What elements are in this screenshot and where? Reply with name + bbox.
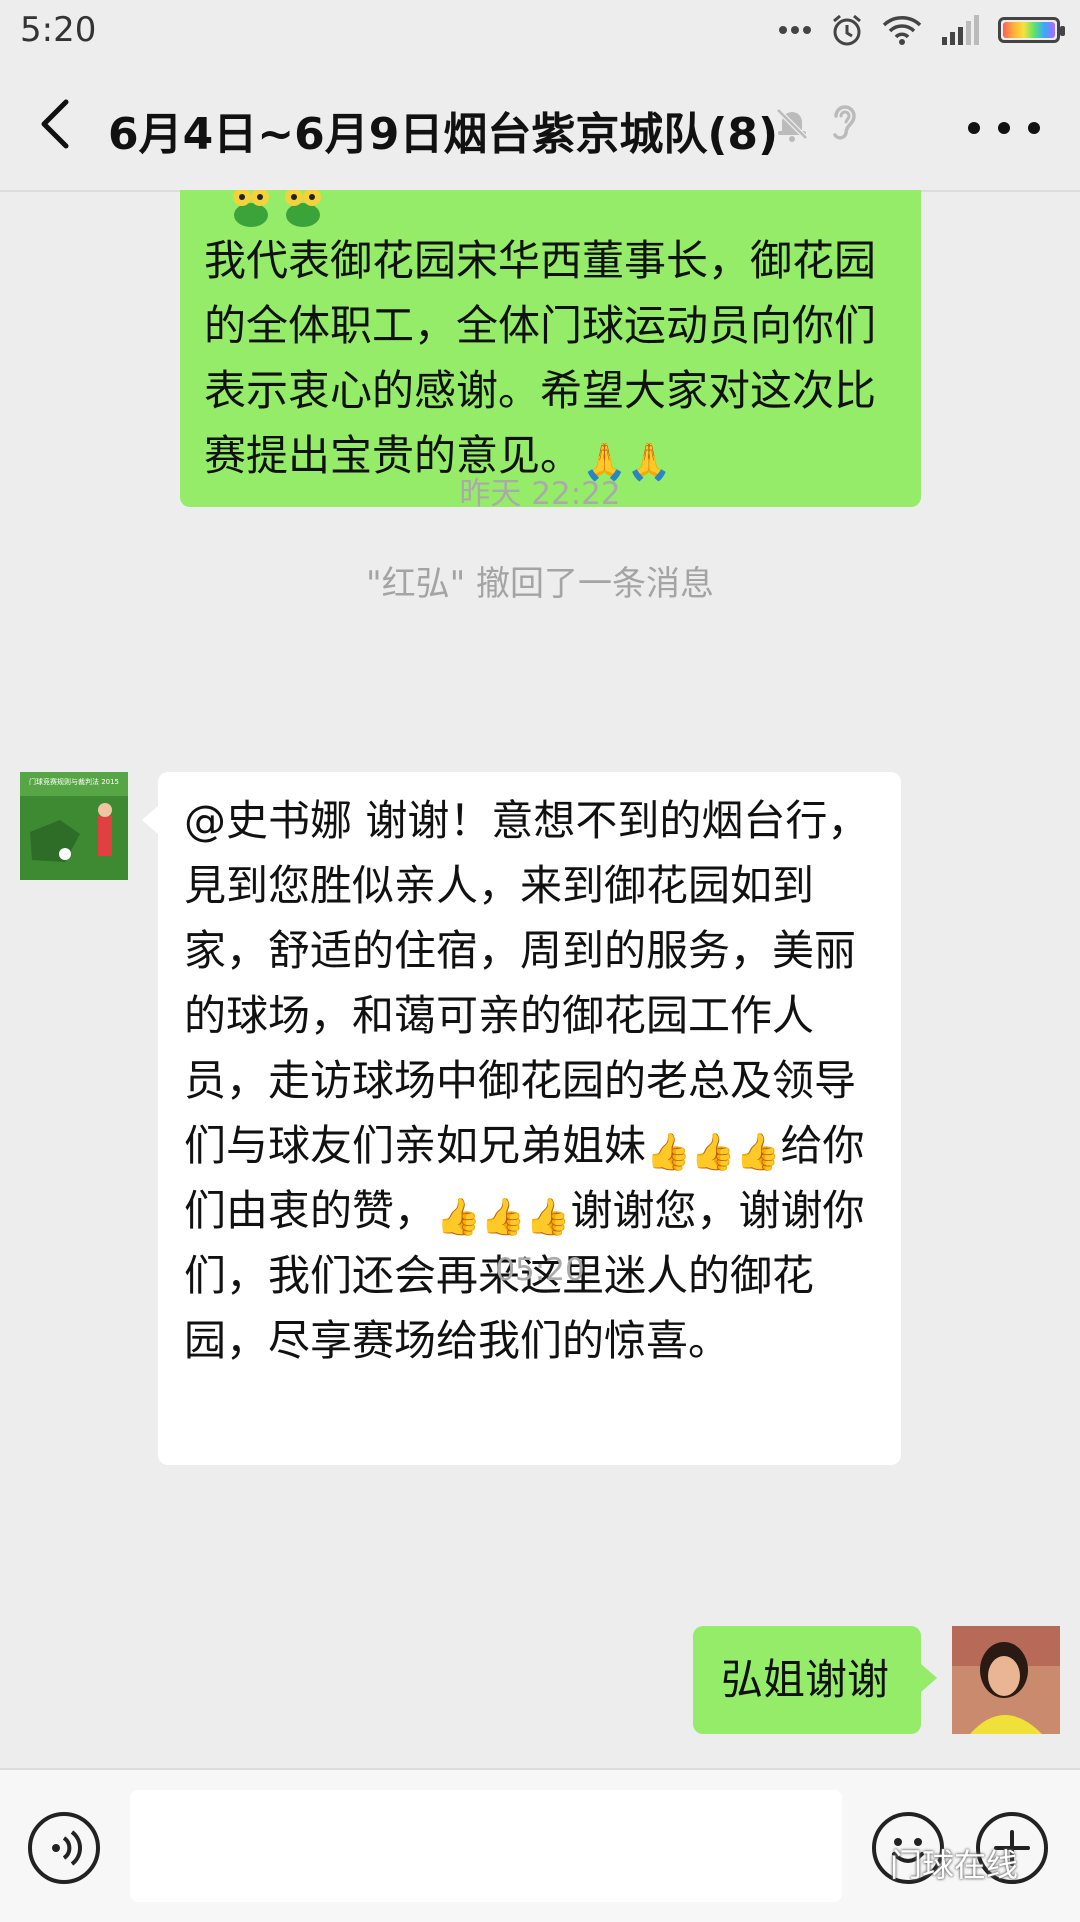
thumbs-up-icon: 👍👍👍 bbox=[436, 1197, 571, 1238]
back-button[interactable] bbox=[28, 92, 88, 156]
wifi-icon bbox=[882, 16, 922, 45]
my-avatar[interactable] bbox=[952, 1626, 1060, 1734]
thumbs-up-icon: 👍👍👍 bbox=[646, 1132, 781, 1173]
system-recall-notice: "红弘" 撤回了一条消息 bbox=[365, 564, 715, 604]
status-icons bbox=[778, 12, 1065, 48]
status-bar: 5:20 bbox=[0, 0, 1080, 60]
alarm-icon bbox=[833, 14, 861, 46]
chat-title: 6月4日~6月9日烟台紫京城队(8) bbox=[108, 109, 779, 160]
battery-icon bbox=[998, 17, 1065, 43]
chat-message-list[interactable]: 我代表御花园宋华西董事长，御花园的全体职工，全体门球运动员向你们表示衷心的感谢。… bbox=[0, 190, 1080, 1768]
received-message-bubble[interactable]: @史书娜 谢谢！意想不到的烟台行，見到您胜似亲人，来到御花园如到家，舒适的住宿，… bbox=[142, 772, 901, 1465]
watermark: 门球在线 bbox=[890, 1840, 1018, 1886]
chat-header: 6月4日~6月9日烟台紫京城队(8) bbox=[0, 60, 1080, 192]
voice-input-button[interactable] bbox=[28, 1812, 100, 1884]
message-body-part-1: @史书娜 谢谢！意想不到的烟台行，見到您胜似亲人，来到御花园如到家，舒适的住宿，… bbox=[184, 796, 870, 1170]
timestamp: 昨天 22:22 bbox=[459, 476, 621, 512]
earpiece-mode-icon bbox=[833, 105, 856, 140]
more-dots-icon bbox=[779, 26, 811, 34]
person-photo-avatar-icon bbox=[952, 1626, 1060, 1734]
message-body: 我代表御花园宋华西董事长，御花园的全体职工，全体门球运动员向你们表示衷心的感谢。… bbox=[204, 236, 877, 480]
status-time: 5:20 bbox=[20, 10, 97, 50]
sent-reply-bubble[interactable]: 弘姐谢谢 bbox=[693, 1626, 937, 1734]
signal-icon bbox=[942, 15, 979, 45]
sender-avatar[interactable]: 门球竞赛规则与裁判法 2015 bbox=[20, 772, 128, 880]
message-text: 我代表御花园宋华西董事长，御花园的全体职工，全体门球运动员向你们表示衷心的感谢。… bbox=[204, 228, 897, 488]
emoji-row bbox=[204, 190, 897, 230]
frog-emoji-icon bbox=[228, 190, 274, 247]
book-cover-avatar-icon: 门球竞赛规则与裁判法 2015 bbox=[20, 772, 128, 880]
reply-text: 弘姐谢谢 bbox=[721, 1655, 890, 1704]
watermark-text: 门球在线 bbox=[890, 1846, 1019, 1884]
frog-emoji-icon bbox=[280, 190, 326, 247]
avatar-caption: 门球竞赛规则与裁判法 2015 bbox=[29, 777, 119, 786]
mute-bell-icon bbox=[776, 108, 808, 142]
message-input[interactable] bbox=[130, 1790, 842, 1902]
sent-message-bubble[interactable]: 我代表御花园宋华西董事长，御花园的全体职工，全体门球运动员向你们表示衷心的感谢。… bbox=[180, 190, 921, 507]
timestamp: 05:20 bbox=[495, 1252, 585, 1288]
more-options-button[interactable] bbox=[968, 118, 1040, 138]
voice-wave-icon bbox=[52, 1830, 82, 1866]
